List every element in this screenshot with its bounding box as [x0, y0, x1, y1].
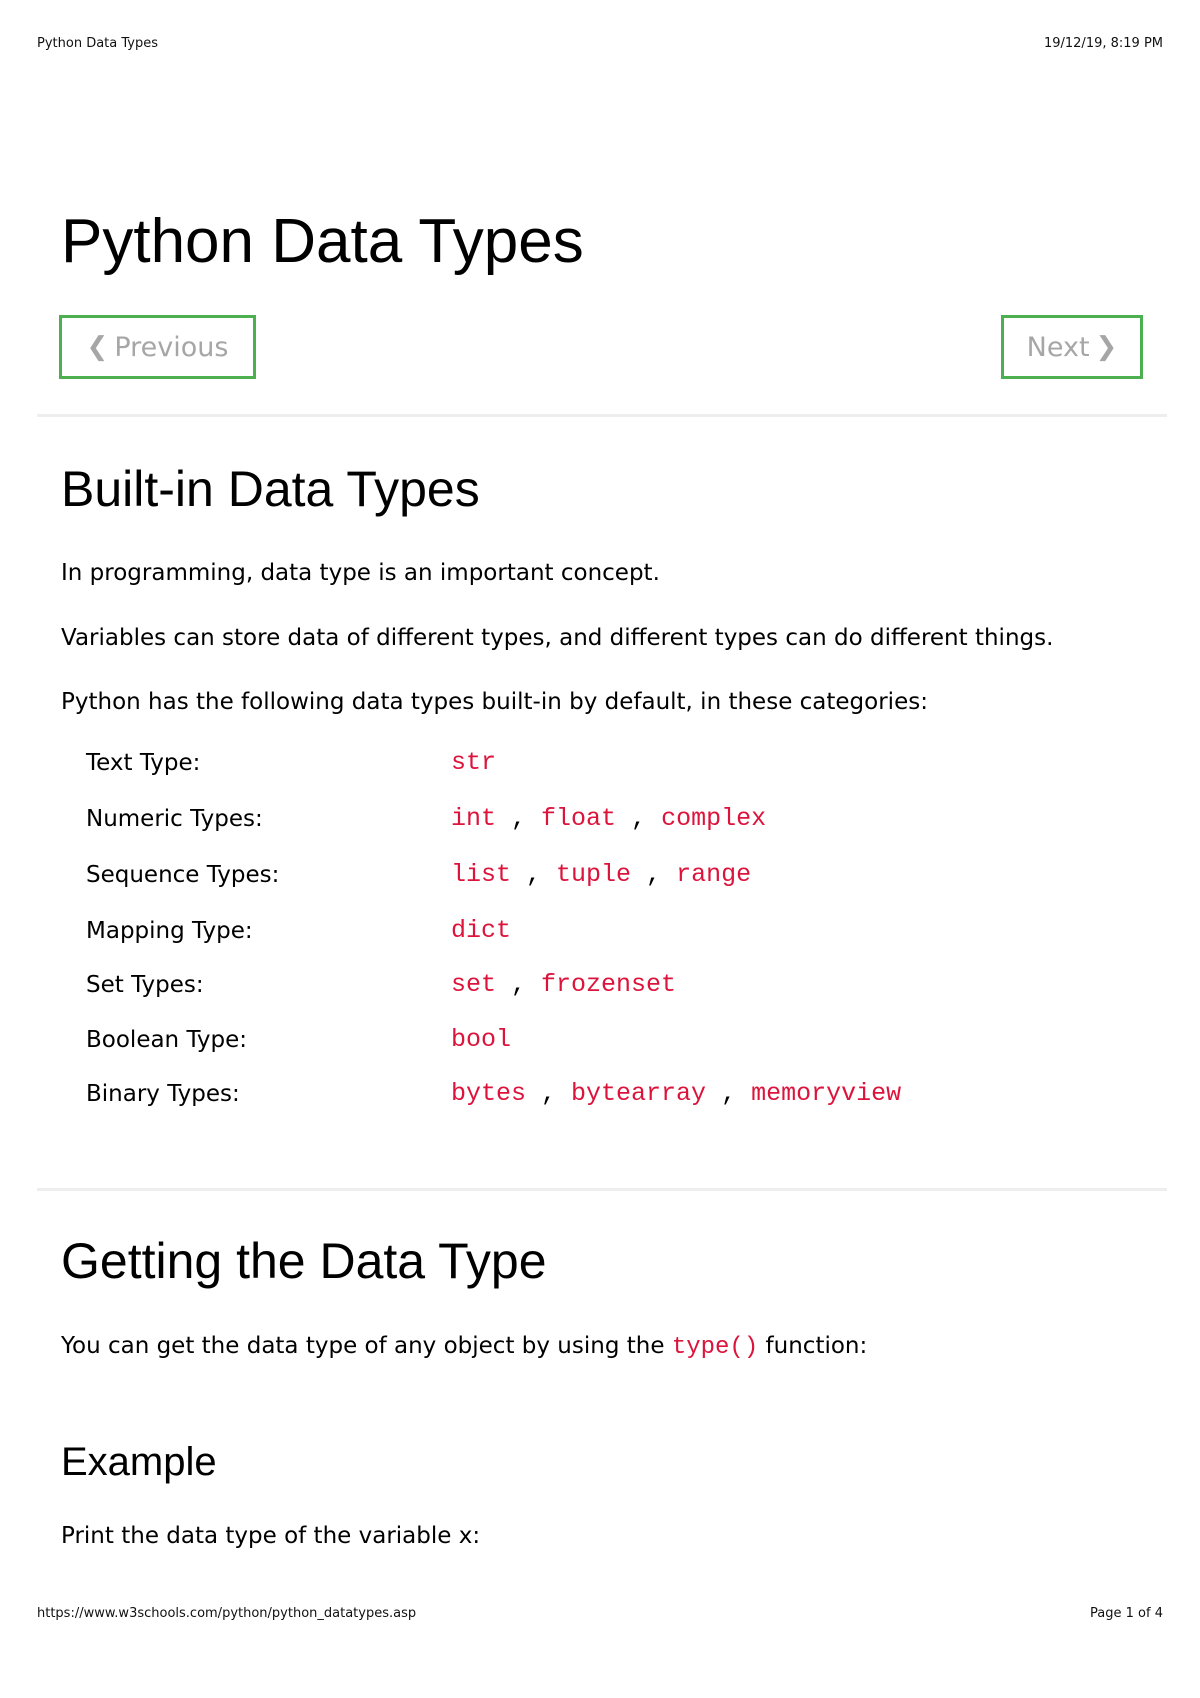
separator: ,: [706, 1079, 752, 1108]
print-header-title: Python Data Types: [37, 36, 158, 51]
divider: [37, 1188, 1167, 1191]
type-values: list , tuple , range: [451, 860, 751, 889]
type-category-label: Binary Types:: [86, 1081, 240, 1107]
type-code: frozenset: [541, 970, 677, 999]
divider: [37, 414, 1167, 417]
type-values: set , frozenset: [451, 970, 676, 999]
type-code: bytes: [451, 1079, 527, 1108]
next-button[interactable]: Next ❯: [1001, 315, 1143, 379]
section-heading-getting-type: Getting the Data Type: [61, 1233, 547, 1289]
separator: ,: [616, 804, 662, 833]
type-values: int , float , complex: [451, 804, 766, 833]
chevron-right-icon: ❯: [1095, 332, 1118, 362]
type-code: memoryview: [751, 1079, 902, 1108]
separator: ,: [526, 1079, 572, 1108]
type-code: bool: [451, 1025, 512, 1054]
section-heading-builtin: Built-in Data Types: [61, 461, 480, 517]
print-footer-page: Page 1 of 4: [1090, 1606, 1163, 1621]
type-values: bool: [451, 1025, 511, 1054]
print-footer-url: https://www.w3schools.com/python/python_…: [37, 1606, 417, 1621]
type-values: str: [451, 748, 496, 777]
type-code: float: [541, 804, 617, 833]
separator: ,: [511, 860, 557, 889]
page-title: Python Data Types: [61, 207, 584, 276]
separator: ,: [496, 970, 542, 999]
type-code: tuple: [556, 860, 632, 889]
chevron-left-icon: ❮: [86, 332, 109, 362]
separator: ,: [631, 860, 677, 889]
type-code: range: [676, 860, 752, 889]
type-category-label: Mapping Type:: [86, 918, 253, 944]
paragraph: Python has the following data types buil…: [61, 689, 928, 715]
type-category-label: Text Type:: [86, 750, 201, 776]
text: You can get the data type of any object …: [61, 1333, 665, 1359]
text: function:: [765, 1333, 868, 1359]
next-button-label: Next: [1026, 331, 1090, 363]
type-category-label: Sequence Types:: [86, 862, 280, 888]
paragraph: In programming, data type is an importan…: [61, 560, 660, 586]
example-heading: Example: [61, 1440, 217, 1484]
paragraph: Variables can store data of different ty…: [61, 625, 1054, 651]
type-values: bytes , bytearray , memoryview: [451, 1079, 901, 1108]
separator: ,: [496, 804, 542, 833]
type-code: list: [451, 860, 512, 889]
example-description: Print the data type of the variable x:: [61, 1523, 481, 1549]
print-header-datetime: 19/12/19, 8:19 PM: [1043, 36, 1163, 51]
type-category-label: Numeric Types:: [86, 806, 263, 832]
type-code: str: [451, 748, 497, 777]
type-code: set: [451, 970, 497, 999]
type-code: bytearray: [571, 1079, 707, 1108]
previous-button[interactable]: ❮ Previous: [59, 315, 256, 379]
inline-code: type(): [671, 1334, 759, 1361]
type-category-label: Boolean Type:: [86, 1027, 248, 1053]
paragraph-type-function: You can get the data type of any object …: [61, 1333, 867, 1361]
previous-button-label: Previous: [114, 331, 229, 363]
type-code: complex: [661, 804, 767, 833]
type-code: int: [451, 804, 497, 833]
type-code: dict: [451, 916, 512, 945]
type-category-label: Set Types:: [86, 972, 204, 998]
type-values: dict: [451, 916, 511, 945]
